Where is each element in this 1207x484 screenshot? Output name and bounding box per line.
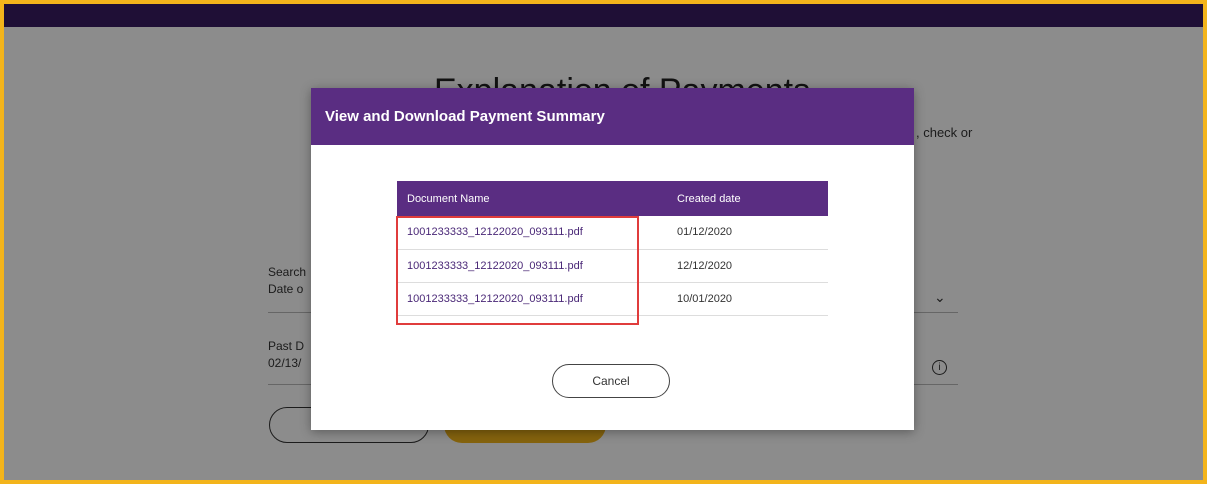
documents-table: Document Name Created date 1001233333_12… <box>397 181 828 316</box>
table-header-row: Document Name Created date <box>397 181 828 216</box>
cancel-button[interactable]: Cancel <box>552 364 670 398</box>
column-header-created-date: Created date <box>667 181 828 216</box>
created-date-cell: 12/12/2020 <box>667 249 828 283</box>
created-date-cell: 10/01/2020 <box>667 282 828 316</box>
document-link[interactable]: 1001233333_12122020_093111.pdf <box>397 249 667 283</box>
document-link[interactable]: 1001233333_12122020_093111.pdf <box>397 282 667 316</box>
document-link[interactable]: 1001233333_12122020_093111.pdf <box>397 216 667 250</box>
table-row: 1001233333_12122020_093111.pdf 10/01/202… <box>397 282 828 316</box>
payment-summary-dialog: View and Download Payment Summary Docume… <box>311 88 914 430</box>
created-date-cell: 01/12/2020 <box>667 216 828 250</box>
table-row: 1001233333_12122020_093111.pdf 01/12/202… <box>397 216 828 250</box>
app-frame: Explanation of Payments , check or Searc… <box>0 0 1207 484</box>
table-row: 1001233333_12122020_093111.pdf 12/12/202… <box>397 249 828 283</box>
column-header-document-name: Document Name <box>397 181 667 216</box>
dialog-title: View and Download Payment Summary <box>311 88 914 145</box>
